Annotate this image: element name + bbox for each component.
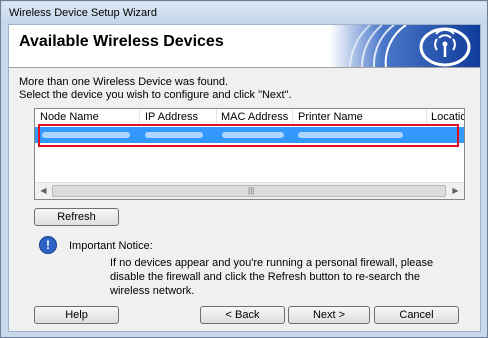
cancel-button[interactable]: Cancel	[374, 306, 459, 324]
horizontal-scrollbar[interactable]: ◀ ||| ▶	[35, 182, 464, 199]
column-location[interactable]: Location	[431, 111, 464, 123]
column-separator[interactable]	[292, 109, 293, 125]
title-bar[interactable]: Wireless Device Setup Wizard	[2, 2, 487, 24]
wizard-body: Available Wireless Devices More than one…	[8, 24, 481, 332]
window-title: Wireless Device Setup Wizard	[9, 7, 157, 19]
column-node-name[interactable]: Node Name	[40, 111, 99, 123]
column-printer-name[interactable]: Printer Name	[298, 111, 363, 123]
grip-icon: |||	[248, 186, 255, 195]
notice-text-line: wireless network.	[110, 285, 195, 297]
found-message: More than one Wireless Device was found.	[19, 76, 229, 88]
back-button[interactable]: < Back	[200, 306, 285, 324]
scroll-left-icon[interactable]: ◀	[35, 183, 52, 199]
notice-text-line: disable the firewall and click the Refre…	[110, 271, 420, 283]
column-mac-address[interactable]: MAC Address	[221, 111, 288, 123]
column-separator[interactable]	[426, 109, 427, 125]
wizard-window: Wireless Device Setup Wizard Available W…	[0, 0, 488, 338]
device-list[interactable]: Node Name IP Address MAC Address Printer…	[34, 108, 465, 200]
info-icon: !	[39, 236, 57, 254]
next-button[interactable]: Next >	[288, 306, 370, 324]
refresh-button[interactable]: Refresh	[34, 208, 119, 226]
wizard-header: Available Wireless Devices	[9, 25, 480, 68]
device-list-header: Node Name IP Address MAC Address Printer…	[35, 109, 464, 125]
page-title: Available Wireless Devices	[19, 33, 224, 50]
help-button[interactable]: Help	[34, 306, 119, 324]
scrollbar-thumb[interactable]: |||	[52, 185, 446, 197]
column-separator[interactable]	[139, 109, 140, 125]
column-ip-address[interactable]: IP Address	[145, 111, 198, 123]
notice-title: Important Notice:	[69, 240, 153, 252]
selection-highlight-box	[38, 124, 459, 147]
notice-text-line: If no devices appear and you're running …	[110, 257, 434, 269]
scroll-right-icon[interactable]: ▶	[447, 183, 464, 199]
instruction-message: Select the device you wish to configure …	[19, 89, 292, 101]
wireless-signal-icon	[330, 25, 480, 67]
column-separator[interactable]	[216, 109, 217, 125]
